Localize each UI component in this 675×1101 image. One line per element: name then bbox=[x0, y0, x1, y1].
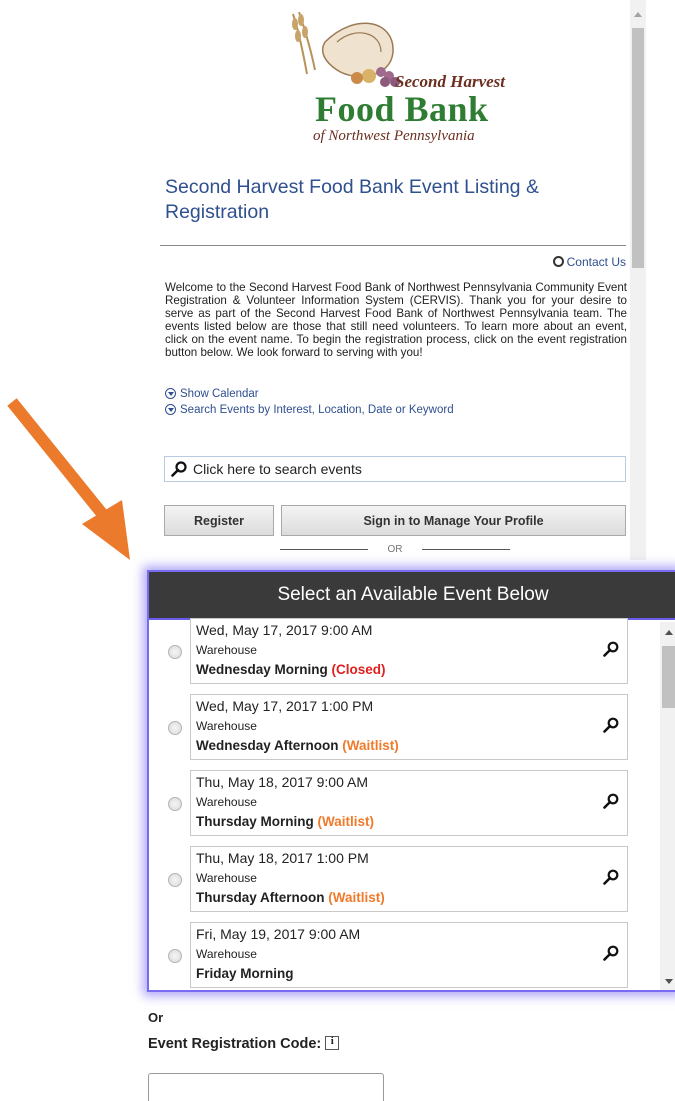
contact-us-link[interactable]: Contact Us bbox=[552, 255, 626, 269]
event-location: Warehouse bbox=[196, 719, 257, 733]
event-list-scrollbar-thumb[interactable] bbox=[662, 646, 675, 708]
event-status: (Waitlist) bbox=[342, 738, 399, 753]
sign-in-button[interactable]: Sign in to Manage Your Profile bbox=[281, 505, 626, 536]
magnify-icon[interactable] bbox=[603, 945, 619, 961]
register-button[interactable]: Register bbox=[164, 505, 274, 536]
show-calendar-label: Show Calendar bbox=[180, 388, 259, 400]
event-status: (Waitlist) bbox=[317, 814, 375, 829]
event-registration-code-input[interactable] bbox=[148, 1073, 384, 1101]
logo-text-food-bank: Food Bank bbox=[315, 89, 489, 129]
event-name[interactable]: Wednesday Morning (Closed) bbox=[196, 662, 386, 677]
chevron-down-circle-icon bbox=[165, 404, 176, 415]
event-name[interactable]: Thursday Morning (Waitlist) bbox=[196, 814, 374, 829]
lifebuoy-icon bbox=[552, 256, 564, 267]
page-title: Second Harvest Food Bank Event Listing &… bbox=[165, 176, 539, 223]
orange-arrow-icon bbox=[7, 398, 130, 560]
contact-us-label: Contact Us bbox=[566, 255, 626, 269]
event-date: Thu, May 18, 2017 1:00 PM bbox=[196, 850, 369, 866]
magnify-icon[interactable] bbox=[603, 793, 619, 809]
popup-title: Select an Available Event Below bbox=[149, 572, 675, 620]
event-status: (Waitlist) bbox=[328, 890, 385, 905]
chevron-down-circle-icon bbox=[165, 388, 176, 399]
event-select-popup: Select an Available Event Below Wed, May… bbox=[147, 570, 675, 992]
event-status: (Closed) bbox=[331, 662, 386, 677]
or-divider: OR bbox=[280, 544, 510, 558]
event-registration-code-label: Event Registration Code: bbox=[148, 1035, 340, 1052]
event-name-text: Thursday Morning bbox=[196, 814, 314, 829]
welcome-text: Welcome to the Second Harvest Food Bank … bbox=[165, 281, 627, 359]
event-name[interactable]: Friday Morning bbox=[196, 966, 294, 981]
logo-text-region: of Northwest Pennsylvania bbox=[313, 128, 475, 144]
title-divider bbox=[160, 245, 626, 246]
search-events-toggle[interactable]: Search Events by Interest, Location, Dat… bbox=[165, 404, 454, 416]
event-item-4[interactable]: Fri, May 19, 2017 9:00 AM Warehouse Frid… bbox=[168, 922, 628, 988]
scroll-down-icon[interactable] bbox=[665, 979, 673, 984]
event-location: Warehouse bbox=[196, 947, 257, 961]
event-radio[interactable] bbox=[168, 797, 182, 811]
info-icon[interactable] bbox=[325, 1035, 340, 1050]
event-name-text: Thursday Afternoon bbox=[196, 890, 325, 905]
code-label-text: Event Registration Code: bbox=[148, 1036, 322, 1052]
event-radio[interactable] bbox=[168, 721, 182, 735]
search-icon bbox=[171, 461, 187, 477]
event-name-text: Wednesday Morning bbox=[196, 662, 328, 677]
scroll-up-icon[interactable] bbox=[634, 12, 642, 17]
food-bank-logo: Second Harvest Food Bank of Northwest Pe… bbox=[285, 12, 525, 154]
event-item-0[interactable]: Wed, May 17, 2017 9:00 AM Warehouse Wedn… bbox=[168, 618, 628, 684]
page-scrollbar-thumb[interactable] bbox=[632, 28, 644, 268]
event-item-3[interactable]: Thu, May 18, 2017 1:00 PM Warehouse Thur… bbox=[168, 846, 628, 912]
search-placeholder: Click here to search events bbox=[193, 461, 362, 477]
magnify-icon[interactable] bbox=[603, 641, 619, 657]
magnify-icon[interactable] bbox=[603, 869, 619, 885]
event-date: Wed, May 17, 2017 1:00 PM bbox=[196, 698, 374, 714]
search-events-label: Search Events by Interest, Location, Dat… bbox=[180, 404, 454, 416]
or-label: Or bbox=[148, 1010, 164, 1025]
event-list: Wed, May 17, 2017 9:00 AM Warehouse Wedn… bbox=[149, 618, 661, 990]
event-item-2[interactable]: Thu, May 18, 2017 9:00 AM Warehouse Thur… bbox=[168, 770, 628, 836]
event-name[interactable]: Wednesday Afternoon (Waitlist) bbox=[196, 738, 399, 753]
event-location: Warehouse bbox=[196, 643, 257, 657]
event-item-1[interactable]: Wed, May 17, 2017 1:00 PM Warehouse Wedn… bbox=[168, 694, 628, 760]
event-location: Warehouse bbox=[196, 795, 257, 809]
event-location: Warehouse bbox=[196, 871, 257, 885]
scroll-up-icon[interactable] bbox=[665, 630, 673, 635]
search-events-input[interactable]: Click here to search events bbox=[164, 456, 626, 482]
event-radio[interactable] bbox=[168, 949, 182, 963]
event-radio[interactable] bbox=[168, 645, 182, 659]
event-date: Wed, May 17, 2017 9:00 AM bbox=[196, 622, 373, 638]
event-name[interactable]: Thursday Afternoon (Waitlist) bbox=[196, 890, 385, 905]
event-date: Fri, May 19, 2017 9:00 AM bbox=[196, 926, 361, 942]
magnify-icon[interactable] bbox=[603, 717, 619, 733]
event-radio[interactable] bbox=[168, 873, 182, 887]
page-scrollbar[interactable] bbox=[630, 0, 646, 560]
event-name-text: Friday Morning bbox=[196, 966, 294, 981]
event-name-text: Wednesday Afternoon bbox=[196, 738, 339, 753]
event-date: Thu, May 18, 2017 9:00 AM bbox=[196, 774, 368, 790]
event-list-scrollbar[interactable] bbox=[660, 622, 675, 990]
show-calendar-toggle[interactable]: Show Calendar bbox=[165, 388, 259, 400]
